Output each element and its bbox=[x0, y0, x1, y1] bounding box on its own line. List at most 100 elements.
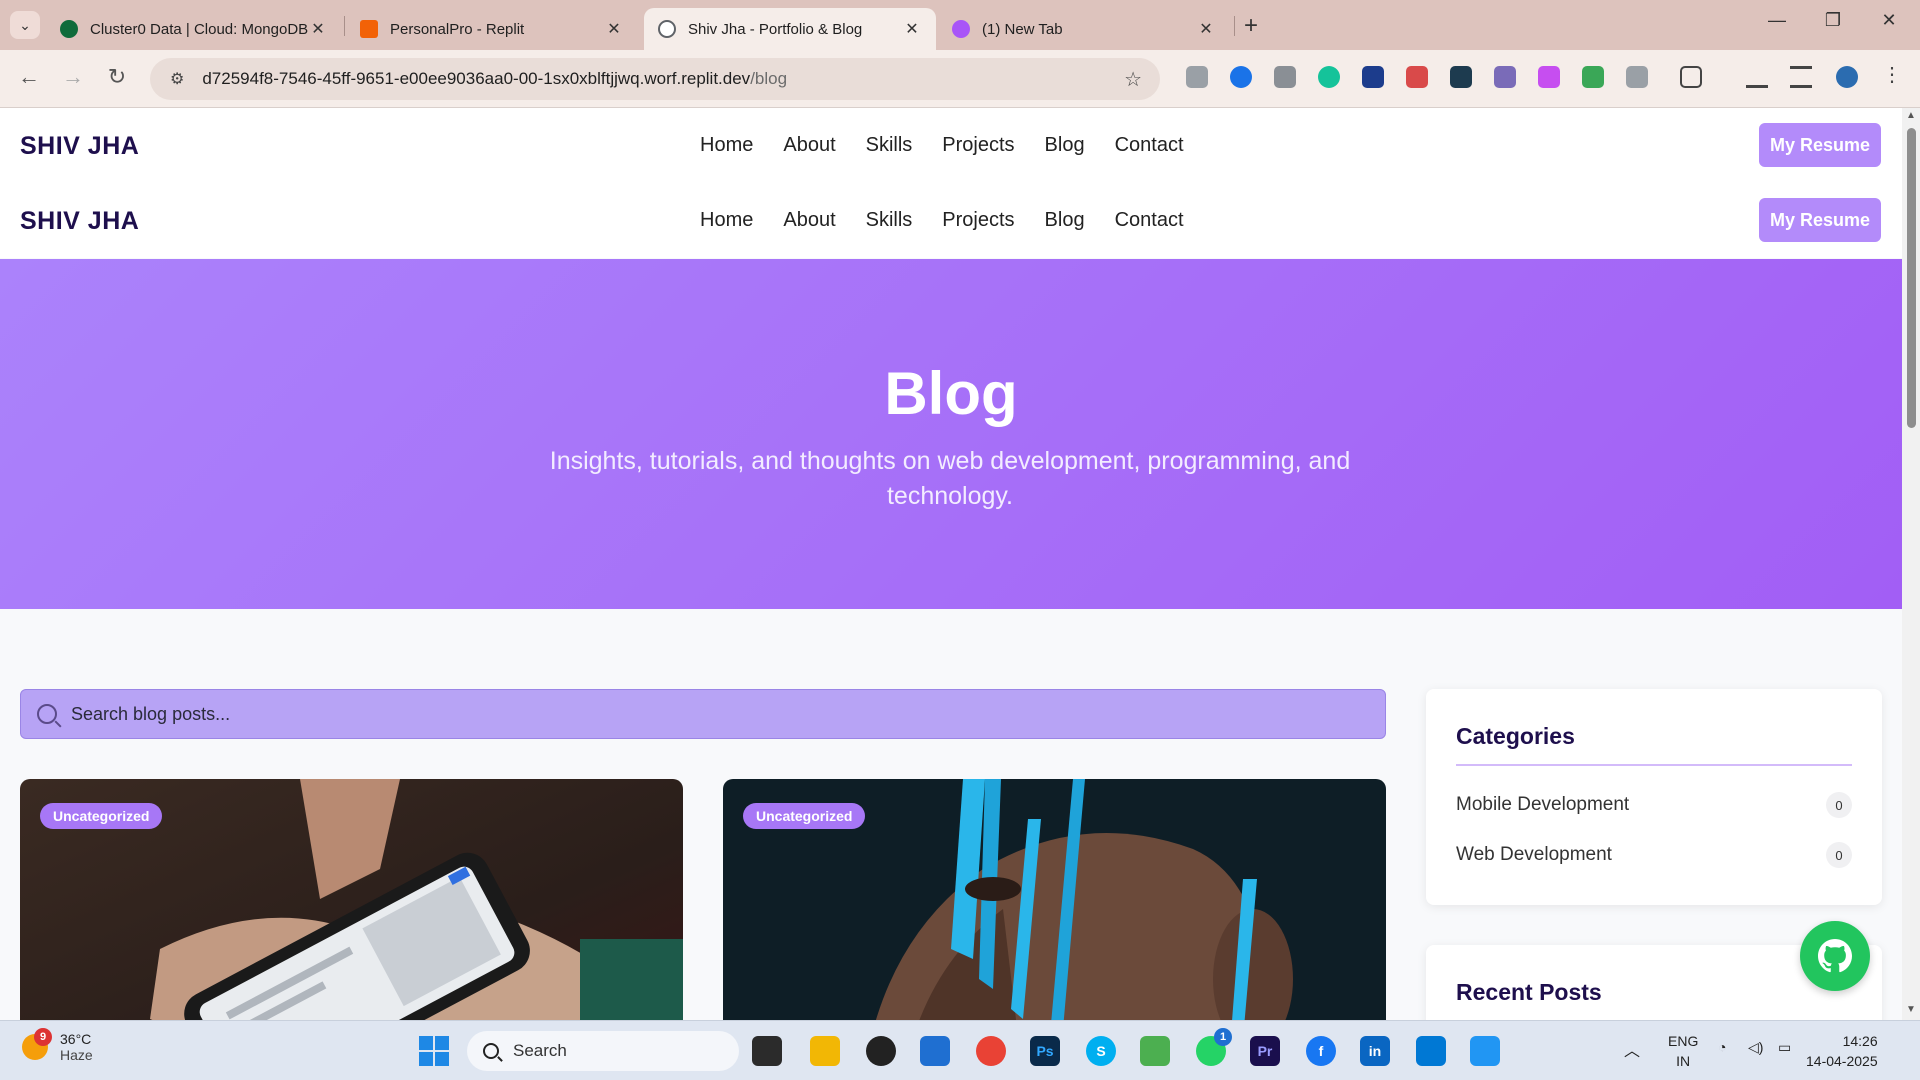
nav-home[interactable]: Home bbox=[700, 209, 753, 232]
categories-widget: Categories Mobile Development 0 Web Deve… bbox=[1426, 689, 1882, 905]
category-badge[interactable]: Uncategorized bbox=[743, 803, 866, 829]
store-icon[interactable] bbox=[920, 1036, 950, 1066]
camera-extension-icon[interactable] bbox=[1274, 66, 1296, 88]
back-arrow-icon[interactable]: ← bbox=[14, 64, 44, 90]
obs-icon[interactable] bbox=[866, 1036, 896, 1066]
reload-icon[interactable]: ↻ bbox=[102, 64, 132, 90]
photos-icon[interactable] bbox=[1140, 1036, 1170, 1066]
search-icon bbox=[483, 1043, 499, 1059]
grammarly-extension-icon[interactable] bbox=[1318, 66, 1340, 88]
notepad-icon[interactable] bbox=[1470, 1036, 1500, 1066]
close-icon[interactable]: ✕ bbox=[604, 19, 624, 39]
facebook-icon[interactable]: f bbox=[1306, 1036, 1336, 1066]
menu-kebab-icon[interactable]: ⋮ bbox=[1882, 62, 1904, 86]
windows-start-icon[interactable] bbox=[419, 1036, 449, 1066]
category-name: Web Development bbox=[1456, 844, 1612, 865]
page-title: Blog bbox=[884, 360, 1018, 427]
category-item-mobile[interactable]: Mobile Development 0 bbox=[1456, 780, 1852, 830]
new-tab-plus-icon[interactable]: + bbox=[1244, 12, 1258, 40]
weather-desc: Haze bbox=[60, 1047, 93, 1063]
github-fab-button[interactable] bbox=[1800, 921, 1870, 991]
profile-avatar[interactable] bbox=[1836, 66, 1858, 88]
extension-icon[interactable] bbox=[1538, 66, 1560, 88]
shopping-extension-icon[interactable] bbox=[1186, 66, 1208, 88]
close-icon[interactable]: ✕ bbox=[308, 19, 328, 39]
scrollbar-thumb[interactable] bbox=[1907, 128, 1916, 428]
window-close-icon[interactable]: ✕ bbox=[1866, 10, 1912, 31]
extension-icon[interactable] bbox=[1406, 66, 1428, 88]
forward-arrow-icon[interactable]: → bbox=[58, 64, 88, 90]
search-input[interactable] bbox=[71, 703, 1285, 725]
extension-icon[interactable] bbox=[1450, 66, 1472, 88]
clock-time: 14:26 bbox=[1842, 1033, 1878, 1049]
extension-icon[interactable] bbox=[1494, 66, 1516, 88]
blog-search-box[interactable] bbox=[20, 689, 1386, 739]
nav-skills[interactable]: Skills bbox=[866, 134, 913, 157]
browser-tab-mongodb[interactable]: Cluster0 Data | Cloud: MongoDB ✕ bbox=[46, 8, 342, 50]
nav-projects[interactable]: Projects bbox=[942, 209, 1014, 232]
battery-icon[interactable]: ▭ bbox=[1778, 1039, 1791, 1056]
tab-search-button[interactable]: ⌄ bbox=[10, 11, 40, 39]
premiere-icon[interactable]: Pr bbox=[1250, 1036, 1280, 1066]
media-control-icon[interactable] bbox=[1790, 66, 1812, 88]
category-item-web[interactable]: Web Development 0 bbox=[1456, 830, 1852, 880]
puzzle-extensions-icon[interactable] bbox=[1680, 66, 1702, 88]
minimize-icon[interactable]: — bbox=[1754, 10, 1800, 31]
language-indicator[interactable]: ENG IN bbox=[1668, 1031, 1698, 1071]
chrome-icon[interactable] bbox=[976, 1036, 1006, 1066]
linkedin-icon[interactable]: in bbox=[1360, 1036, 1390, 1066]
blog-post-card[interactable]: Uncategorized bbox=[20, 779, 683, 1020]
replit-favicon-icon bbox=[360, 20, 378, 38]
site-nav: Home About Skills Projects Blog Contact bbox=[700, 134, 1184, 157]
show-hidden-icons-chevron-icon[interactable]: ︿ bbox=[1624, 1037, 1640, 1061]
browser-tab-portfolio[interactable]: Shiv Jha - Portfolio & Blog ✕ bbox=[644, 8, 936, 50]
taskbar-search-label: Search bbox=[513, 1041, 567, 1060]
vscode-icon[interactable] bbox=[1416, 1036, 1446, 1066]
resume-button[interactable]: My Resume bbox=[1759, 123, 1881, 167]
url-host: d72594f8-7546-45ff-9651-e00ee9036aa0-00-… bbox=[202, 69, 751, 88]
taskbar-search[interactable]: Search bbox=[467, 1031, 739, 1071]
browser-tab-replit[interactable]: PersonalPro - Replit ✕ bbox=[346, 8, 638, 50]
resume-button[interactable]: My Resume bbox=[1759, 198, 1881, 242]
nav-blog[interactable]: Blog bbox=[1045, 209, 1085, 232]
scroll-down-arrow-icon[interactable]: ▼ bbox=[1906, 1004, 1916, 1015]
photoshop-icon[interactable]: Ps bbox=[1030, 1036, 1060, 1066]
tab-title: Shiv Jha - Portfolio & Blog bbox=[688, 20, 863, 38]
scroll-up-arrow-icon[interactable]: ▲ bbox=[1906, 110, 1916, 121]
weather-widget[interactable]: 9 36°C Haze bbox=[22, 1028, 93, 1063]
site-info-icon[interactable]: ⚙ bbox=[170, 69, 184, 89]
volume-icon[interactable]: ◁) bbox=[1748, 1039, 1763, 1056]
file-explorer-icon[interactable] bbox=[810, 1036, 840, 1066]
wifi-icon[interactable]: ◔ bbox=[1718, 1039, 1726, 1055]
code-extension-icon[interactable] bbox=[1626, 66, 1648, 88]
download-icon[interactable] bbox=[1746, 66, 1768, 88]
address-bar[interactable]: ⚙ d72594f8-7546-45ff-9651-e00ee9036aa0-0… bbox=[150, 58, 1160, 100]
newtab-favicon-icon bbox=[952, 20, 970, 38]
restore-icon[interactable]: ❐ bbox=[1810, 10, 1856, 31]
site-header-duplicate: SHIV JHA Home About Skills Projects Blog… bbox=[0, 183, 1902, 258]
nav-home[interactable]: Home bbox=[700, 134, 753, 157]
nav-contact[interactable]: Contact bbox=[1115, 209, 1184, 232]
browser-tab-newtab[interactable]: (1) New Tab ✕ bbox=[938, 8, 1230, 50]
nav-blog[interactable]: Blog bbox=[1045, 134, 1085, 157]
bookmark-star-icon[interactable]: ☆ bbox=[1124, 67, 1142, 92]
extension-icon[interactable] bbox=[1362, 66, 1384, 88]
close-icon[interactable]: ✕ bbox=[1196, 19, 1216, 39]
tag-extension-icon[interactable] bbox=[1230, 66, 1252, 88]
blog-post-card[interactable]: Uncategorized bbox=[723, 779, 1386, 1020]
task-view-icon[interactable] bbox=[752, 1036, 782, 1066]
nav-about[interactable]: About bbox=[783, 134, 835, 157]
system-clock[interactable]: 14:26 14-04-2025 bbox=[1806, 1031, 1878, 1071]
page-scrollbar[interactable]: ▲ ▼ bbox=[1902, 108, 1920, 1020]
category-badge[interactable]: Uncategorized bbox=[40, 803, 163, 829]
site-brand[interactable]: SHIV JHA bbox=[20, 132, 139, 161]
whatsapp-icon[interactable]: 1 bbox=[1196, 1028, 1232, 1066]
glasses-extension-icon[interactable] bbox=[1582, 66, 1604, 88]
nav-about[interactable]: About bbox=[783, 209, 835, 232]
nav-skills[interactable]: Skills bbox=[866, 209, 913, 232]
skype-icon[interactable]: S bbox=[1086, 1036, 1116, 1066]
nav-projects[interactable]: Projects bbox=[942, 134, 1014, 157]
site-brand[interactable]: SHIV JHA bbox=[20, 207, 139, 236]
close-icon[interactable]: ✕ bbox=[902, 19, 922, 39]
nav-contact[interactable]: Contact bbox=[1115, 134, 1184, 157]
